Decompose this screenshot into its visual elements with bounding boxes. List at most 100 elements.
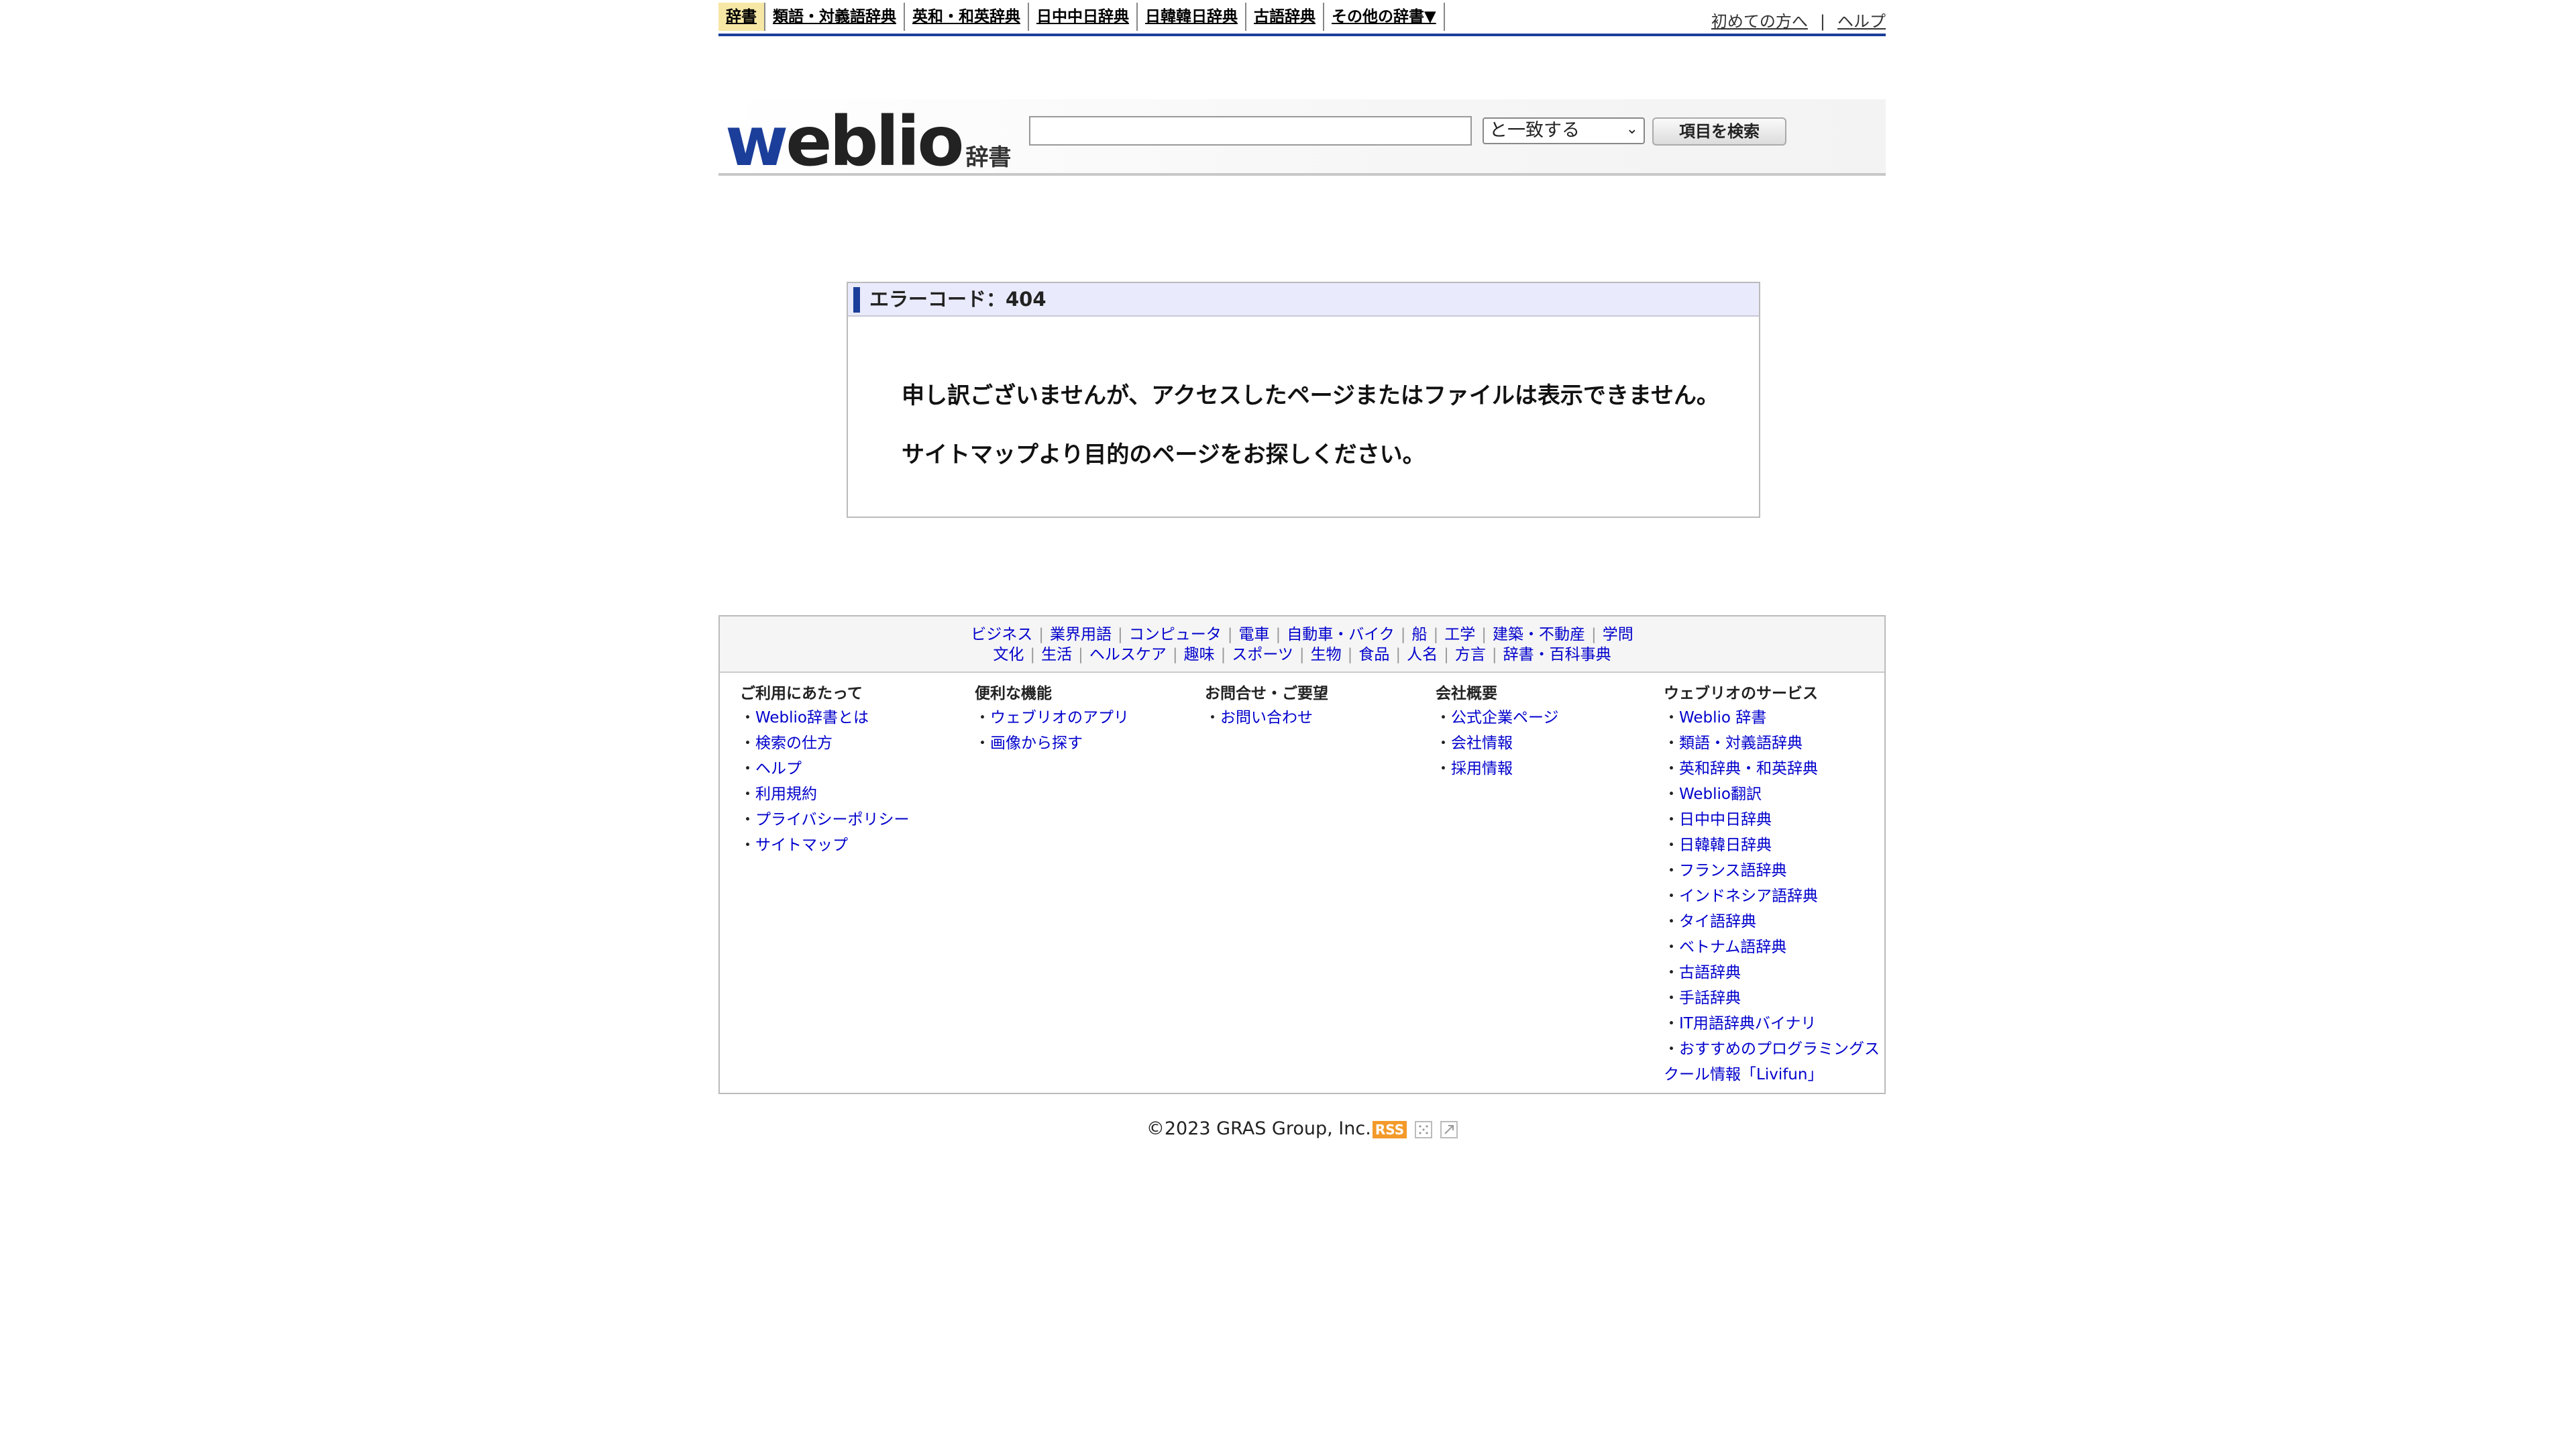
footer-link[interactable]: サイトマップ xyxy=(755,837,848,854)
expand-arrow-icon[interactable] xyxy=(1440,1120,1458,1138)
footer-link[interactable]: 英和辞典・和英辞典 xyxy=(1679,760,1818,777)
footer-link[interactable]: 利用規約 xyxy=(755,786,817,803)
category-link[interactable]: 電車 xyxy=(1238,626,1269,643)
footer-link[interactable]: 手話辞典 xyxy=(1679,989,1741,1007)
footer-link[interactable]: ヘルプ xyxy=(755,760,802,777)
footer-link[interactable]: 画像から探す xyxy=(990,735,1083,752)
category-link[interactable]: 文化 xyxy=(993,646,1024,663)
category-separator: | xyxy=(1395,646,1401,663)
category-separator: | xyxy=(1172,646,1178,663)
category-link[interactable]: ヘルスケア xyxy=(1089,646,1167,663)
footer-link[interactable]: インドネシア語辞典 xyxy=(1679,888,1818,905)
tab-english-japanese[interactable]: 英和・和英辞典 xyxy=(904,3,1028,31)
footer-link-list: ウェブリオのアプリ画像から探す xyxy=(975,705,1129,756)
footer-list-item: 利用規約 xyxy=(740,782,910,807)
footer-link[interactable]: おすすめのプログラミングスクール情報「Livifun」 xyxy=(1664,1040,1880,1083)
footer-link[interactable]: 類語・対義語辞典 xyxy=(1679,735,1803,752)
footer-link[interactable]: 古語辞典 xyxy=(1679,964,1741,981)
tab-japanese-chinese[interactable]: 日中中日辞典 xyxy=(1028,3,1136,31)
footer-column-contact: お問合せ・ご要望お問い合わせ xyxy=(1205,682,1328,731)
category-link[interactable]: 自動車・バイク xyxy=(1287,626,1395,643)
category-link[interactable]: 人名 xyxy=(1407,646,1438,663)
category-link[interactable]: 方言 xyxy=(1455,646,1486,663)
match-type-select[interactable]: と一致する ⌄ xyxy=(1483,117,1645,144)
footer-link[interactable]: 日中中日辞典 xyxy=(1679,811,1772,828)
footer-link[interactable]: 検索の仕方 xyxy=(755,735,833,752)
category-separator: | xyxy=(1400,626,1406,643)
footer-column-title: 会社概要 xyxy=(1436,685,1497,702)
error-message: 申し訳ございませんが、アクセスしたページまたはファイルは表示できません。 xyxy=(902,382,1719,409)
tab-other-dictionaries[interactable]: その他の辞書▼ xyxy=(1323,3,1444,31)
footer-list-item: ウェブリオのアプリ xyxy=(975,705,1129,731)
footer-link-list: お問い合わせ xyxy=(1205,705,1328,731)
rss-icon[interactable]: RSS xyxy=(1372,1120,1407,1138)
footer-column-title: ウェブリオのサービス xyxy=(1664,685,1818,702)
tab-thesaurus[interactable]: 類語・対義語辞典 xyxy=(764,3,904,31)
category-link[interactable]: 食品 xyxy=(1358,646,1389,663)
footer-link[interactable]: お問い合わせ xyxy=(1220,709,1313,727)
category-link[interactable]: スポーツ xyxy=(1232,646,1293,663)
category-link[interactable]: 生物 xyxy=(1311,646,1342,663)
category-link[interactable]: 学問 xyxy=(1603,626,1633,643)
category-link[interactable]: 辞書・百科事典 xyxy=(1503,646,1611,663)
footer-link[interactable]: プライバシーポリシー xyxy=(755,811,910,828)
footer-list-item: お問い合わせ xyxy=(1205,705,1328,731)
category-separator: | xyxy=(1030,646,1036,663)
search-button[interactable]: 項目を検索 xyxy=(1652,117,1786,146)
logo-letter-w: w xyxy=(725,102,788,182)
footer-list-item: 採用情報 xyxy=(1436,756,1559,782)
weblio-logo[interactable]: weblio 辞書 xyxy=(725,102,1011,182)
footer-list-item: フランス語辞典 xyxy=(1664,858,1885,883)
footer-column-title: お問合せ・ご要望 xyxy=(1205,685,1328,702)
category-link[interactable]: 生活 xyxy=(1041,646,1072,663)
category-separator: | xyxy=(1117,626,1123,643)
footer-list-item: Weblio翻訳 xyxy=(1664,782,1885,807)
footer-link[interactable]: 採用情報 xyxy=(1451,760,1513,777)
footer-list-item: 日中中日辞典 xyxy=(1664,807,1885,833)
category-row-1: ビジネス | 業界用語 | コンピュータ | 電車 | 自動車・バイク | 船 | 工学 | 建築・不動産 |… xyxy=(720,625,1884,645)
footer-list-item: 検索の仕方 xyxy=(740,731,910,756)
category-link[interactable]: 趣味 xyxy=(1184,646,1215,663)
footer-list-item: タイ語辞典 xyxy=(1664,909,1885,934)
footer-list-item: 古語辞典 xyxy=(1664,960,1885,985)
tab-classical-japanese[interactable]: 古語辞典 xyxy=(1245,3,1323,31)
footer-column-company: 会社概要公式企業ページ会社情報採用情報 xyxy=(1436,682,1559,782)
category-separator: | xyxy=(1078,646,1083,663)
footer-link[interactable]: フランス語辞典 xyxy=(1679,862,1787,879)
footer-link[interactable]: タイ語辞典 xyxy=(1679,913,1756,930)
category-link[interactable]: 工学 xyxy=(1444,626,1475,643)
category-separator: | xyxy=(1275,626,1281,643)
site-footer: ビジネス | 業界用語 | コンピュータ | 電車 | 自動車・バイク | 船 | 工学 | 建築・不動産 |… xyxy=(718,615,1886,1094)
footer-link[interactable]: Weblio翻訳 xyxy=(1679,786,1762,803)
grid-dots-icon[interactable] xyxy=(1415,1120,1433,1138)
footer-link[interactable]: IT用語辞典バイナリ xyxy=(1679,1015,1816,1032)
footer-link[interactable]: 公式企業ページ xyxy=(1451,709,1559,727)
footer-link[interactable]: Weblio 辞書 xyxy=(1679,709,1766,727)
copyright-text: ©2023 GRAS Group, Inc. xyxy=(1146,1118,1371,1139)
footer-link-list: 公式企業ページ会社情報採用情報 xyxy=(1436,705,1559,782)
logo-suffix: 辞書 xyxy=(965,144,1012,171)
category-link[interactable]: ビジネス xyxy=(971,626,1032,643)
footer-list-item: Weblio辞書とは xyxy=(740,705,910,731)
category-link[interactable]: 船 xyxy=(1412,626,1428,643)
footer-link[interactable]: Weblio辞書とは xyxy=(755,709,869,727)
error-code-title: エラーコード：404 xyxy=(848,283,1759,317)
category-link[interactable]: 業界用語 xyxy=(1050,626,1112,643)
footer-column-features: 便利な機能ウェブリオのアプリ画像から探す xyxy=(975,682,1129,756)
category-separator: | xyxy=(1481,626,1487,643)
footer-link[interactable]: 日韓韓日辞典 xyxy=(1679,837,1772,854)
category-link[interactable]: 建築・不動産 xyxy=(1493,626,1585,643)
footer-link[interactable]: ベトナム語辞典 xyxy=(1679,938,1786,956)
footer-link[interactable]: 会社情報 xyxy=(1451,735,1513,752)
footer-list-item: IT用語辞典バイナリ xyxy=(1664,1011,1885,1036)
first-visit-link[interactable]: 初めての方へ xyxy=(1711,12,1808,31)
category-link[interactable]: コンピュータ xyxy=(1129,626,1222,643)
help-link[interactable]: ヘルプ xyxy=(1837,12,1886,31)
top-links: 初めての方へ | ヘルプ xyxy=(1711,8,1886,32)
category-links: ビジネス | 業界用語 | コンピュータ | 電車 | 自動車・バイク | 船 | 工学 | 建築・不動産 |… xyxy=(720,616,1884,673)
footer-link[interactable]: ウェブリオのアプリ xyxy=(990,709,1129,727)
tab-japanese-korean[interactable]: 日韓韓日辞典 xyxy=(1136,3,1245,31)
search-input[interactable] xyxy=(1029,116,1472,146)
footer-list-item: 会社情報 xyxy=(1436,731,1559,756)
tab-dictionary[interactable]: 辞書 xyxy=(718,3,764,31)
